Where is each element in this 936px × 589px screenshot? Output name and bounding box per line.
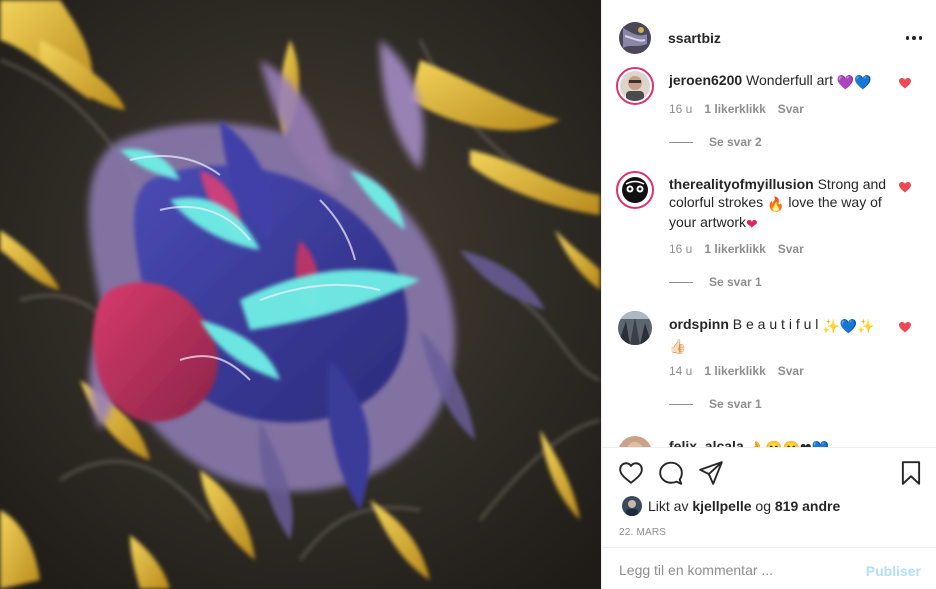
post-header: ssartbiz [602,0,936,72]
post-panel: ssartbiz jeroen6200 Wonderfull art 💜💙 16… [601,0,936,589]
heart-filled-icon[interactable] [899,78,911,92]
author-username[interactable]: ssartbiz [668,30,721,46]
comment-time[interactable]: 14 u [669,364,692,378]
comment-emojis: 👌😊😊❤💙 [748,439,829,447]
commenter-avatar[interactable] [616,67,654,105]
comment-text: therealityofmyillusion Strong and colorf… [669,175,891,233]
publish-button[interactable]: Publiser [866,563,921,579]
liker-avatar[interactable] [622,496,642,516]
commenter-avatar[interactable] [618,436,652,447]
paper-plane-icon[interactable] [698,460,724,486]
comment-time[interactable]: 16 u [669,102,692,116]
reply-button[interactable]: Svar [778,242,804,256]
comment-likes[interactable]: 1 likerklikk [704,242,765,256]
fire-emoji: 🔥 [767,196,785,212]
likes-summary: Likt av kjellpelle og 819 andre [622,496,840,516]
likes-prefix: Likt av [648,498,689,514]
abstract-painting [0,0,601,589]
comment-body: B e a u t i f u l [728,316,823,332]
view-replies-label: Se svar 2 [709,135,762,149]
add-comment-bar: Publiser [602,547,936,589]
reply-button[interactable]: Svar [778,102,804,116]
commenter-avatar[interactable] [616,171,654,209]
comment-username[interactable]: felix_alcala [669,438,744,447]
heart-outline-icon[interactable] [618,460,644,486]
view-replies-button[interactable]: Se svar 1 [669,275,762,289]
comment-text: ordspinn B e a u t i f u l ✨💙✨ 👍🏻 [669,315,891,355]
bookmark-icon[interactable] [898,460,924,486]
red-heart-emoji: ❤ [746,216,758,232]
thumbs-up-emoji: 👍🏻 [669,338,687,354]
comment-emojis: 💜💙 [836,74,872,90]
comment-likes[interactable]: 1 likerklikk [704,364,765,378]
view-replies-label: Se svar 1 [709,275,762,289]
liker-username[interactable]: kjellpelle [692,498,751,514]
view-replies-button[interactable]: Se svar 2 [669,135,762,149]
comment-input[interactable] [619,562,849,578]
comments-list[interactable]: jeroen6200 Wonderfull art 💜💙 16 u 1 like… [602,64,936,447]
comment-meta: 14 u 1 likerklikk Svar [669,364,804,378]
comment-likes[interactable]: 1 likerklikk [704,102,765,116]
heart-filled-icon[interactable] [899,182,911,196]
comment-meta: 16 u 1 likerklikk Svar [669,242,804,256]
heart-filled-icon[interactable] [899,322,911,336]
view-replies-label: Se svar 1 [709,397,762,411]
comment-username[interactable]: jeroen6200 [669,72,742,88]
comment-username[interactable]: ordspinn [669,316,729,332]
comment-time[interactable]: 16 u [669,242,692,256]
comment-body: Wonderfull art [742,72,837,88]
reply-button[interactable]: Svar [778,364,804,378]
likes-count[interactable]: 819 andre [775,498,840,514]
post-image[interactable] [0,0,601,589]
post-date[interactable]: 22. MARS [619,527,666,538]
likes-connector: og [751,498,775,514]
comment-username[interactable]: therealityofmyillusion [669,176,814,192]
more-dots-icon[interactable] [905,36,922,40]
commenter-avatar[interactable] [618,311,652,345]
comment-bubble-icon[interactable] [658,460,684,486]
view-replies-button[interactable]: Se svar 1 [669,397,762,411]
comment-emojis: ✨💙✨ [822,318,875,334]
author-avatar[interactable] [619,22,651,54]
comment-text: jeroen6200 Wonderfull art 💜💙 [669,71,891,91]
action-bar: Likt av kjellpelle og 819 andre 22. MARS [602,447,936,547]
comment-meta: 16 u 1 likerklikk Svar [669,102,804,116]
comment-text: felix_alcala 👌😊😊❤💙 [669,437,891,447]
